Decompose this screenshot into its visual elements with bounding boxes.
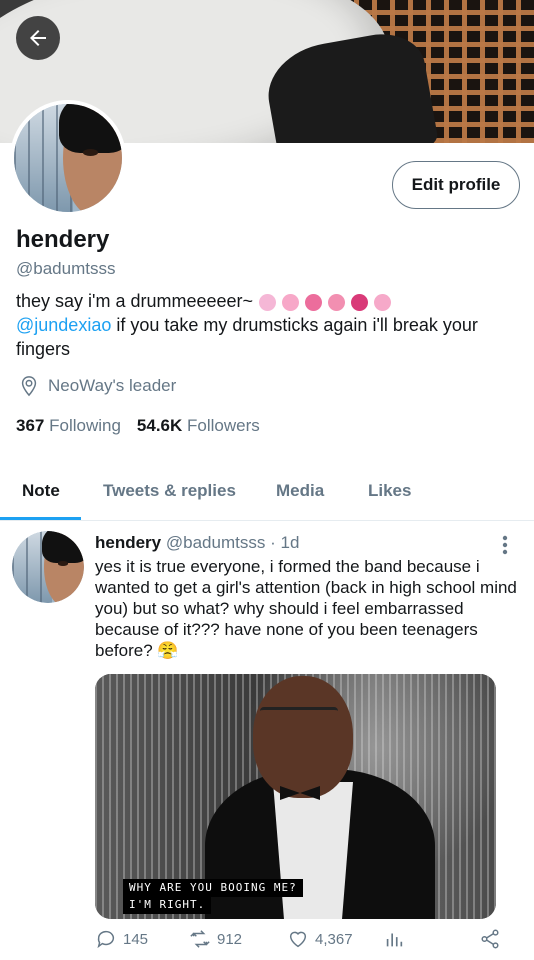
location-pin-icon — [21, 376, 37, 397]
profile-avatar[interactable] — [10, 100, 126, 216]
tab-indicator — [0, 517, 81, 520]
tweet-author-handle: @badumtsss — [165, 533, 266, 552]
bio-emojis — [259, 293, 392, 311]
following-link[interactable]: 367 Following — [16, 416, 121, 436]
bio-emoji-5 — [374, 293, 392, 311]
reply-count: 145 — [123, 930, 149, 948]
location-text: NeoWay's leader — [48, 376, 177, 395]
bio-emoji-1 — [282, 293, 300, 311]
tab-likes[interactable]: Likes — [368, 462, 411, 520]
follow-stats: 367 Following 54.6K Followers — [16, 416, 260, 436]
analytics-button[interactable] — [383, 928, 405, 950]
reply-icon — [97, 930, 115, 949]
followers-link[interactable]: 54.6K Followers — [137, 416, 260, 436]
tweet-media-image[interactable]: WHY ARE YOU BOOING ME? I'M RIGHT. — [95, 674, 496, 919]
profile-tabs: Note Tweets & replies Media Likes — [0, 462, 534, 521]
heart-icon — [289, 931, 307, 948]
tab-media[interactable]: Media — [276, 462, 324, 520]
like-count: 4,367 — [315, 930, 353, 948]
bio-mention-link[interactable]: @jundexiao — [16, 315, 111, 335]
tweet-separator: · — [270, 533, 276, 552]
share-button[interactable] — [479, 928, 501, 950]
like-button[interactable]: 4,367 — [287, 928, 353, 950]
media-caption-line2: I'M RIGHT. — [123, 896, 212, 914]
tweet-actions: 145 912 4,367 — [95, 928, 505, 956]
tweet-text: yes it is true everyone, i formed the ba… — [95, 557, 517, 660]
bio-emoji-0 — [259, 293, 277, 311]
tweet-time: 1d — [280, 533, 300, 552]
tab-note[interactable]: Note — [22, 462, 60, 520]
profile-name: hendery — [16, 226, 110, 253]
retweet-count: 912 — [217, 930, 243, 948]
edit-profile-button[interactable]: Edit profile — [392, 161, 520, 209]
share-icon — [481, 929, 499, 949]
retweet-button[interactable]: 912 — [189, 928, 242, 950]
bio-text: they say i'm a drummeeeeer~ — [16, 291, 254, 311]
bio-emoji-4 — [351, 293, 369, 311]
profile-bio: they say i'm a drummeeeeer~ @jundexiao i… — [16, 289, 516, 361]
media-caption-line1: WHY ARE YOU BOOING ME? — [123, 879, 303, 897]
tweet-header: hendery @badumtsss · 1d — [95, 533, 299, 553]
bio-emoji-2 — [305, 293, 323, 311]
back-button[interactable] — [16, 16, 60, 60]
reply-button[interactable]: 145 — [95, 928, 148, 950]
arrow-left-icon — [30, 30, 46, 46]
tweet-avatar[interactable] — [12, 531, 84, 603]
retweet-icon — [190, 930, 210, 948]
more-options-icon[interactable] — [498, 534, 512, 556]
tab-tweets-replies[interactable]: Tweets & replies — [103, 462, 236, 520]
bio-emoji-3 — [328, 293, 346, 311]
analytics-icon — [386, 933, 403, 947]
profile-location: NeoWay's leader — [18, 375, 176, 397]
profile-handle: @badumtsss — [16, 259, 116, 278]
tweet-author-name[interactable]: hendery — [95, 533, 161, 552]
